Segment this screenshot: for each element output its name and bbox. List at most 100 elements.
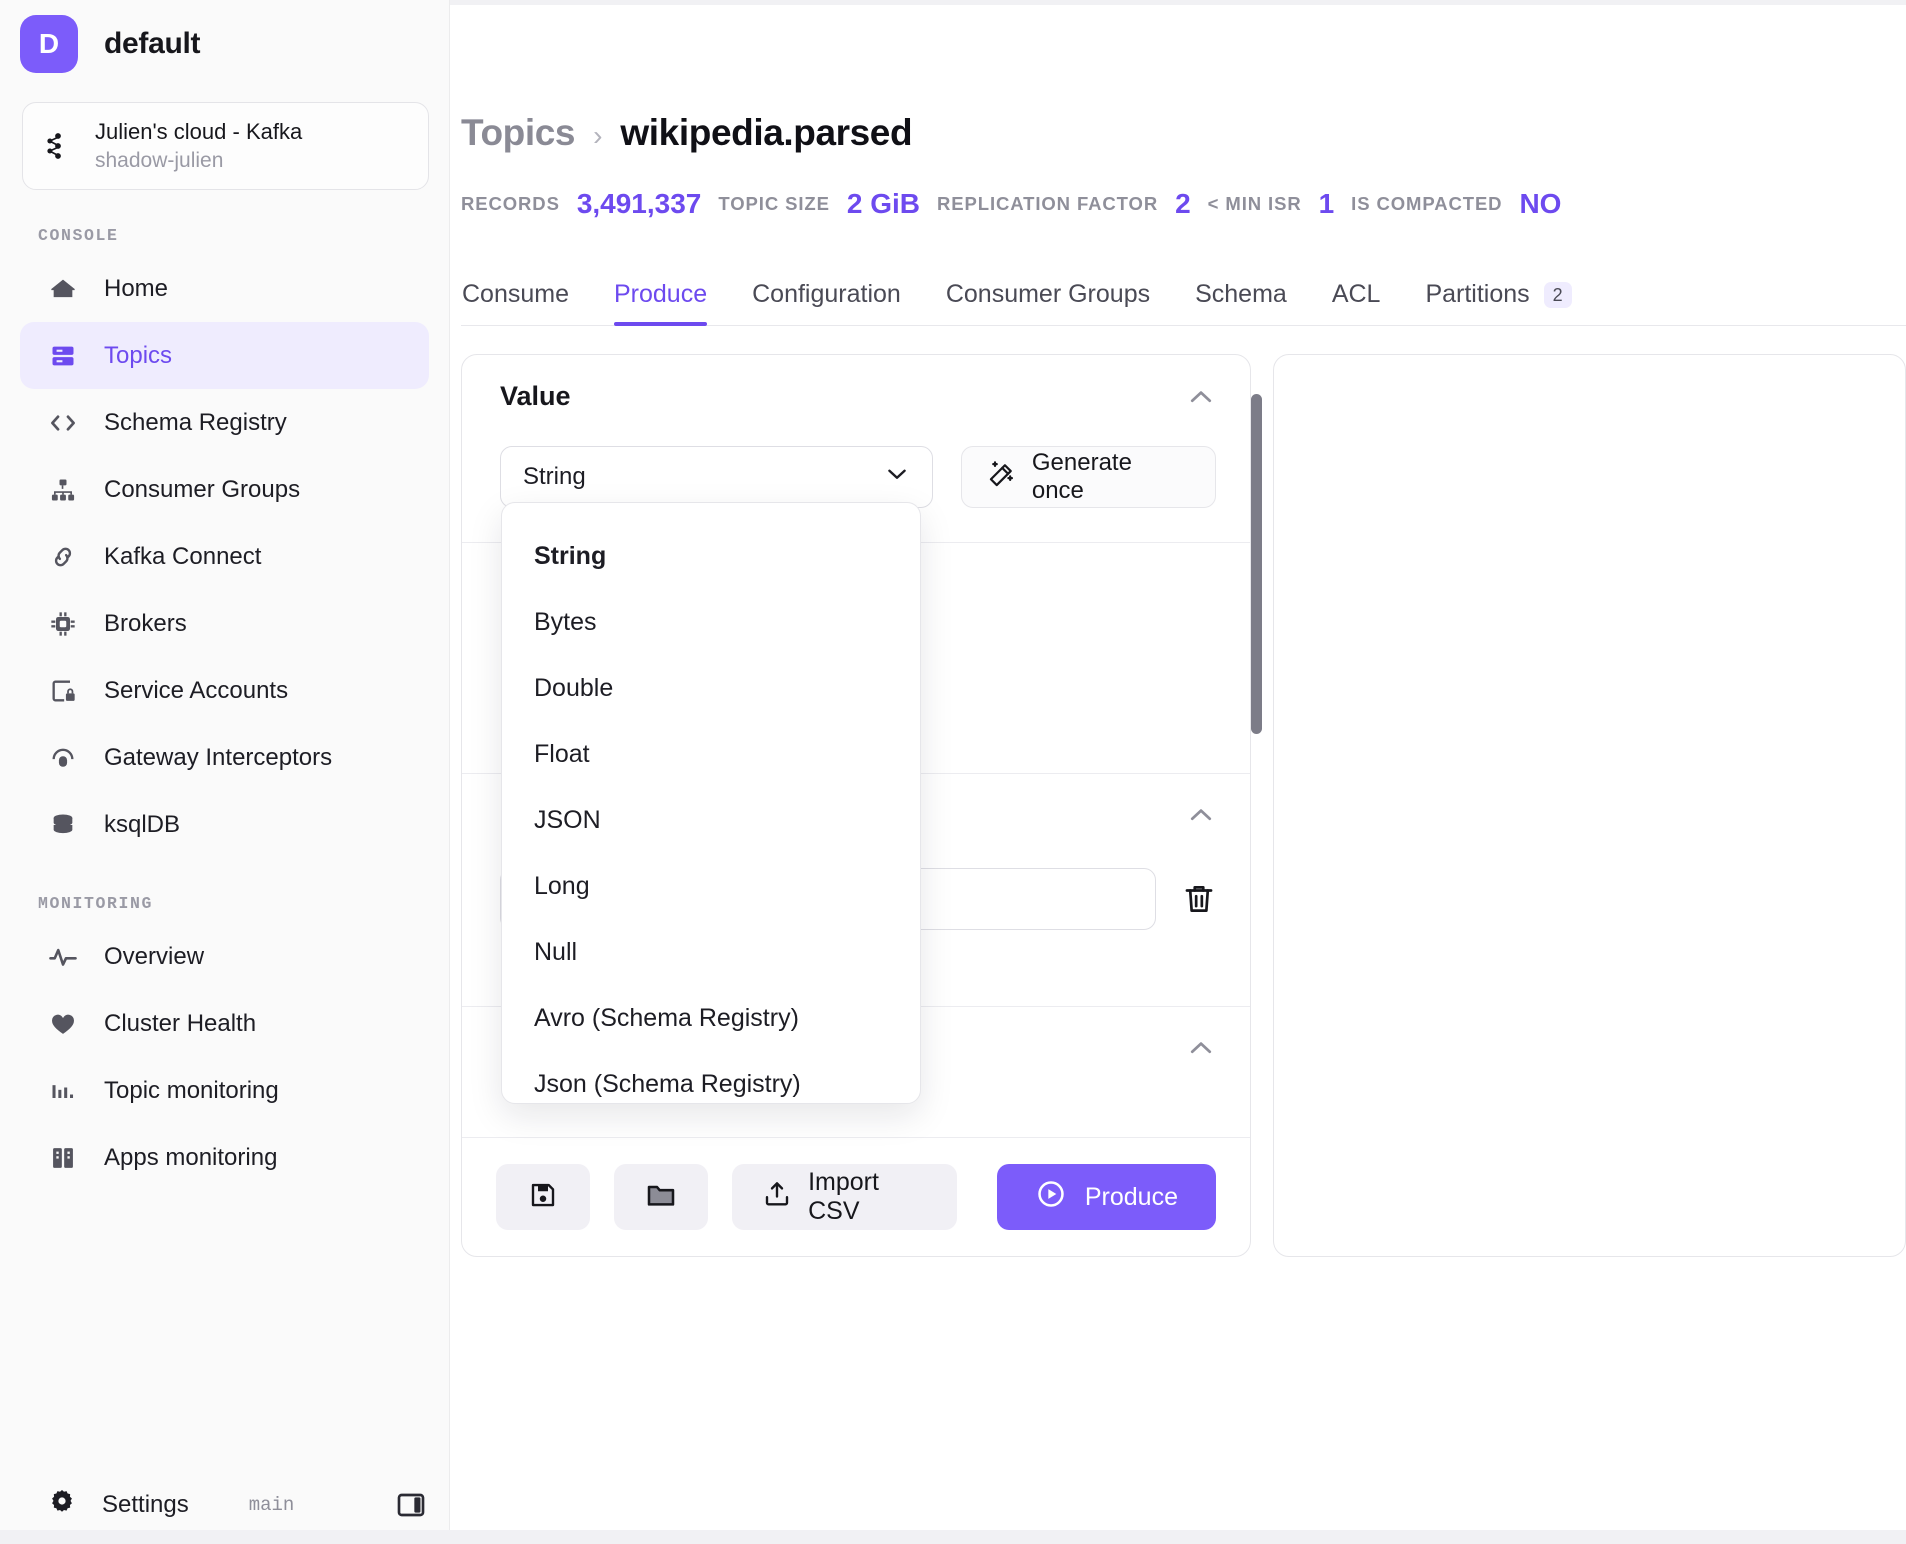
sidebar-item-ksqldb[interactable]: ksqlDB bbox=[20, 791, 429, 858]
sidebar-item-consumer-groups[interactable]: Consumer Groups bbox=[20, 456, 429, 523]
tab-acl[interactable]: ACL bbox=[1332, 280, 1381, 325]
tab-partitions[interactable]: Partitions 2 bbox=[1425, 280, 1572, 325]
chevron-up-icon[interactable] bbox=[1186, 800, 1216, 830]
stat-label-is-compacted: IS COMPACTED bbox=[1351, 193, 1503, 214]
stat-value-is-compacted: NO bbox=[1519, 188, 1562, 219]
generate-once-button[interactable]: Generate once bbox=[960, 446, 1216, 508]
sidebar-item-brokers[interactable]: Brokers bbox=[20, 590, 429, 657]
chevron-up-icon[interactable] bbox=[1186, 382, 1216, 412]
branch-tag: main bbox=[248, 1493, 295, 1516]
database-icon bbox=[48, 810, 78, 840]
account-lock-icon bbox=[48, 676, 78, 706]
chevron-right-icon: › bbox=[593, 120, 603, 151]
chip-icon bbox=[48, 609, 78, 639]
dropdown-option-avro-schema-registry[interactable]: Avro (Schema Registry) bbox=[502, 985, 920, 1051]
sidebar-item-topics[interactable]: Topics bbox=[20, 322, 429, 389]
gear-icon bbox=[48, 1487, 76, 1522]
sidebar-item-label: Consumer Groups bbox=[104, 475, 301, 503]
tab-label: Produce bbox=[614, 280, 708, 308]
tab-label: Schema bbox=[1195, 280, 1287, 308]
sidebar-item-schema-registry[interactable]: Schema Registry bbox=[20, 389, 429, 456]
sidebar-item-overview[interactable]: Overview bbox=[20, 923, 429, 990]
topics-icon bbox=[48, 341, 78, 371]
tab-schema[interactable]: Schema bbox=[1195, 280, 1287, 325]
interceptor-icon bbox=[48, 743, 78, 773]
nav-section-console-label: CONSOLE bbox=[38, 226, 119, 245]
heart-icon bbox=[48, 1009, 78, 1039]
sidebar-item-label: Topics bbox=[104, 341, 173, 369]
workspace-avatar: D bbox=[20, 15, 78, 73]
generate-once-label: Generate once bbox=[1031, 449, 1132, 504]
apps-icon bbox=[48, 1143, 78, 1173]
save-button[interactable] bbox=[496, 1164, 591, 1230]
tab-label: ACL bbox=[1331, 280, 1381, 308]
cluster-selector[interactable]: Julien's cloud - Kafka shadow-julien bbox=[22, 102, 429, 190]
sidebar-item-home[interactable]: Home bbox=[20, 255, 429, 322]
sidebar-item-label: Topic monitoring bbox=[104, 1076, 279, 1104]
cluster-name: Julien's cloud - Kafka bbox=[95, 118, 303, 144]
import-csv-button[interactable]: Import CSV bbox=[732, 1164, 957, 1230]
dropdown-option-string[interactable]: String bbox=[502, 523, 920, 589]
produce-layout: Value String Generate once uktor Import … bbox=[461, 354, 1906, 1257]
sidebar-item-settings[interactable]: Settings bbox=[48, 1487, 189, 1522]
sidebar-item-apps-monitoring[interactable]: Apps monitoring bbox=[20, 1124, 429, 1191]
tab-label: Configuration bbox=[752, 280, 901, 308]
brand-header[interactable]: D default bbox=[0, 0, 449, 88]
value-type-select[interactable]: String bbox=[500, 446, 933, 508]
dropdown-option-bytes[interactable]: Bytes bbox=[502, 589, 920, 655]
dropdown-option-json-schema-registry[interactable]: Json (Schema Registry) bbox=[502, 1051, 920, 1103]
sidebar-item-label: Schema Registry bbox=[104, 408, 287, 436]
import-csv-label: Import CSV bbox=[808, 1168, 879, 1225]
bar-chart-icon bbox=[48, 1076, 78, 1106]
trash-icon[interactable] bbox=[1182, 868, 1216, 916]
dropdown-option-long[interactable]: Long bbox=[502, 853, 920, 919]
vertical-scrollbar-thumb[interactable] bbox=[1251, 394, 1262, 734]
bottom-edge-strip bbox=[0, 1530, 1906, 1544]
sidebar-item-gateway-interceptors[interactable]: Gateway Interceptors bbox=[20, 724, 429, 791]
produce-button[interactable]: Produce bbox=[996, 1164, 1216, 1230]
kafka-icon bbox=[41, 131, 75, 161]
tab-configuration[interactable]: Configuration bbox=[752, 280, 901, 325]
stat-label-records: RECORDS bbox=[461, 193, 560, 214]
top-edge-strip bbox=[450, 0, 1906, 5]
tab-label: Partitions bbox=[1425, 280, 1530, 308]
sidebar-item-service-accounts[interactable]: Service Accounts bbox=[20, 657, 429, 724]
sidebar-item-topic-monitoring[interactable]: Topic monitoring bbox=[20, 1057, 429, 1124]
sidebar-item-label: ksqlDB bbox=[104, 810, 181, 838]
value-type-selected: String bbox=[523, 463, 586, 490]
chevron-up-icon[interactable] bbox=[1186, 1033, 1216, 1063]
sidebar-item-cluster-health[interactable]: Cluster Health bbox=[20, 990, 429, 1057]
dropdown-option-float[interactable]: Float bbox=[502, 721, 920, 787]
breadcrumb: Topics › wikipedia.parsed bbox=[461, 0, 1906, 154]
tab-consumer-groups[interactable]: Consumer Groups bbox=[946, 280, 1150, 325]
tab-label: Consume bbox=[462, 280, 569, 308]
sidebar-item-label: Cluster Health bbox=[104, 1009, 257, 1037]
stat-value-replication-factor: 2 bbox=[1175, 188, 1191, 219]
panel-toggle-icon[interactable] bbox=[395, 1489, 427, 1521]
topic-tabs: Consume Produce Configuration Consumer G… bbox=[461, 264, 1906, 326]
value-type-dropdown-menu: String Bytes Double Float JSON Long Null… bbox=[501, 502, 921, 1104]
app-root: D default Julien's cloud - Kafka shadow-… bbox=[0, 0, 1906, 1544]
status-badge: 2 bbox=[1543, 281, 1572, 308]
sidebar-item-label: Kafka Connect bbox=[104, 542, 262, 570]
floppy-disk-icon bbox=[528, 1180, 558, 1215]
chevron-down-icon bbox=[884, 461, 910, 494]
dropdown-option-json[interactable]: JSON bbox=[502, 787, 920, 853]
cluster-subtitle: shadow-julien bbox=[95, 148, 224, 172]
upload-icon bbox=[762, 1179, 792, 1216]
open-file-button[interactable] bbox=[614, 1164, 709, 1230]
breadcrumb-parent-link[interactable]: Topics bbox=[461, 112, 575, 154]
sidebar-item-label: Gateway Interceptors bbox=[104, 743, 333, 771]
sidebar-item-label: Brokers bbox=[104, 609, 187, 637]
tab-label: Consumer Groups bbox=[945, 280, 1151, 308]
play-circle-icon bbox=[1035, 1178, 1067, 1217]
tab-produce[interactable]: Produce bbox=[614, 280, 708, 326]
link-icon bbox=[48, 542, 78, 572]
topic-stats: RECORDS 3,491,337 TOPIC SIZE 2 GiB REPLI… bbox=[461, 154, 1906, 220]
sidebar-item-kafka-connect[interactable]: Kafka Connect bbox=[20, 523, 429, 590]
dropdown-option-double[interactable]: Double bbox=[502, 655, 920, 721]
stat-value-records: 3,491,337 bbox=[576, 188, 702, 219]
dropdown-option-null[interactable]: Null bbox=[502, 919, 920, 985]
stat-label-min-isr: < MIN ISR bbox=[1207, 193, 1302, 214]
tab-consume[interactable]: Consume bbox=[462, 280, 569, 325]
